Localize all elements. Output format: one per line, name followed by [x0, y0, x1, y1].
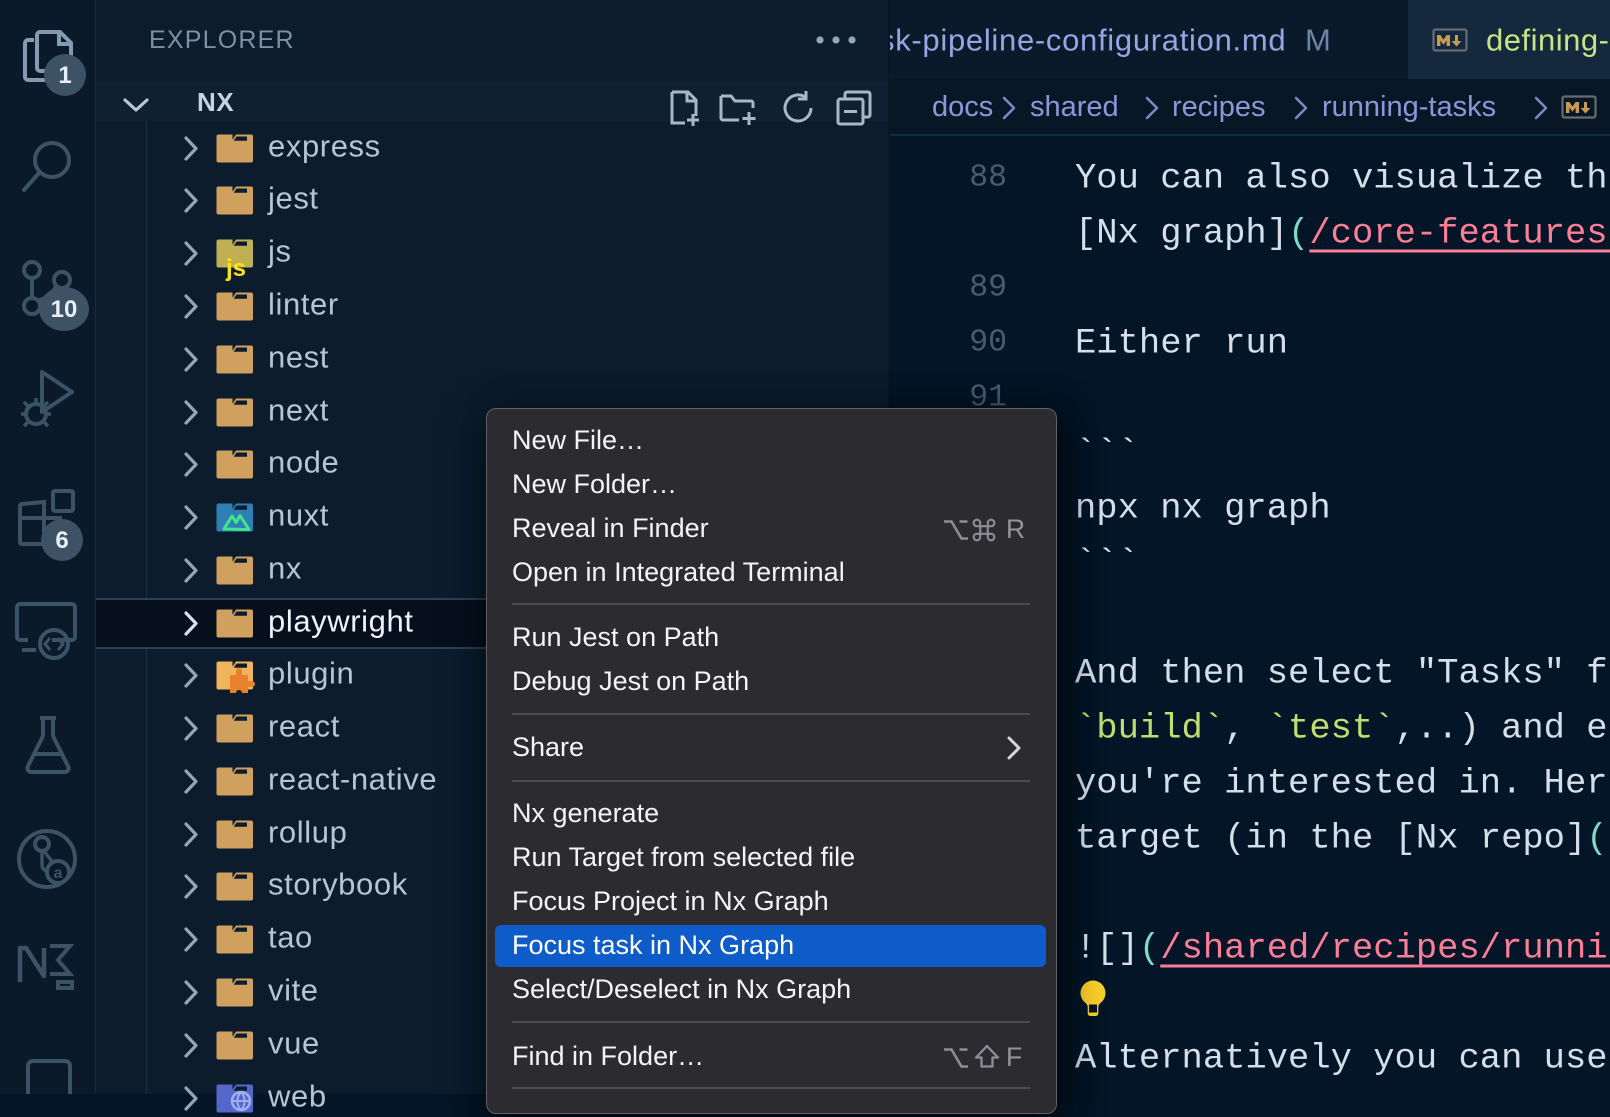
svg-text:10: 10 [51, 296, 78, 323]
svg-text:1: 1 [58, 62, 71, 89]
svg-text:a: a [54, 865, 63, 882]
svg-text:js: js [225, 255, 246, 282]
svg-text:6: 6 [55, 527, 68, 554]
